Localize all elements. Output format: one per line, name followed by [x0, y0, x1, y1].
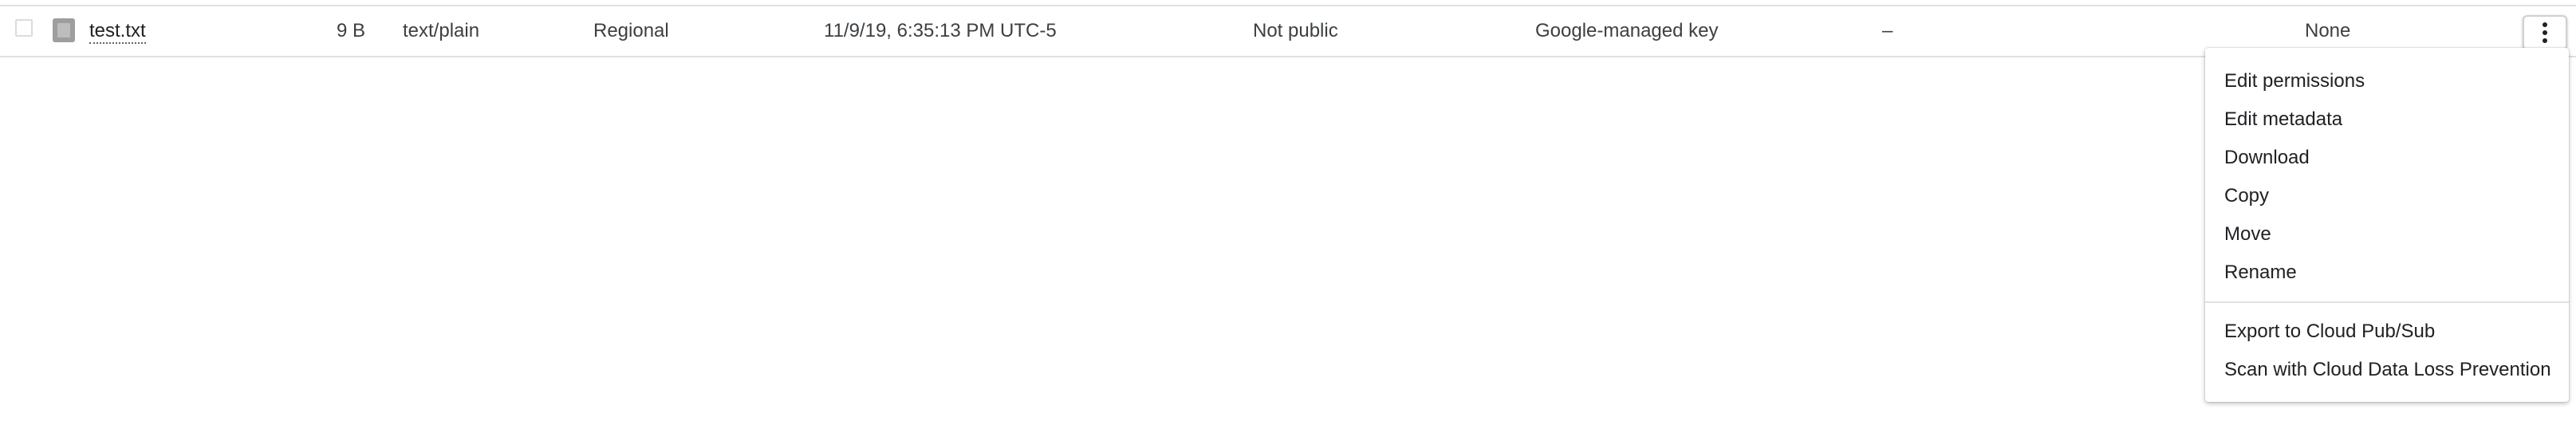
file-icon	[53, 18, 75, 42]
menu-item-edit-metadata[interactable]: Edit metadata	[2205, 100, 2569, 139]
file-name-cell: test.txt	[89, 6, 146, 56]
menu-item-copy[interactable]: Copy	[2205, 177, 2569, 215]
file-size: 9 B	[337, 20, 366, 41]
more-vert-icon	[2543, 22, 2547, 43]
storage-class: Regional	[593, 20, 669, 41]
object-browser: test.txt 9 B text/plain Regional 11/9/19…	[0, 0, 2576, 421]
public-access: Not public	[1253, 20, 1338, 41]
file-name-link[interactable]: test.txt	[89, 20, 146, 44]
file-type: text/plain	[403, 20, 480, 41]
menu-item-rename[interactable]: Rename	[2205, 254, 2569, 292]
menu-divider	[2205, 301, 2569, 303]
menu-item-download[interactable]: Download	[2205, 139, 2569, 177]
object-actions-menu: Edit permissions Edit metadata Download …	[2205, 48, 2569, 402]
more-actions-button[interactable]	[2523, 15, 2567, 50]
menu-item-export-pubsub[interactable]: Export to Cloud Pub/Sub	[2205, 313, 2569, 351]
retention-expiration: –	[1882, 20, 1893, 41]
last-modified: 11/9/19, 6:35:13 PM UTC-5	[824, 20, 1057, 41]
menu-item-move[interactable]: Move	[2205, 215, 2569, 254]
table-row: test.txt 9 B text/plain Regional 11/9/19…	[0, 6, 2576, 57]
menu-item-edit-permissions[interactable]: Edit permissions	[2205, 62, 2569, 100]
row-select-checkbox[interactable]	[15, 19, 33, 37]
encryption: Google-managed key	[1535, 20, 1719, 41]
menu-item-scan-dlp[interactable]: Scan with Cloud Data Loss Prevention	[2205, 351, 2569, 389]
